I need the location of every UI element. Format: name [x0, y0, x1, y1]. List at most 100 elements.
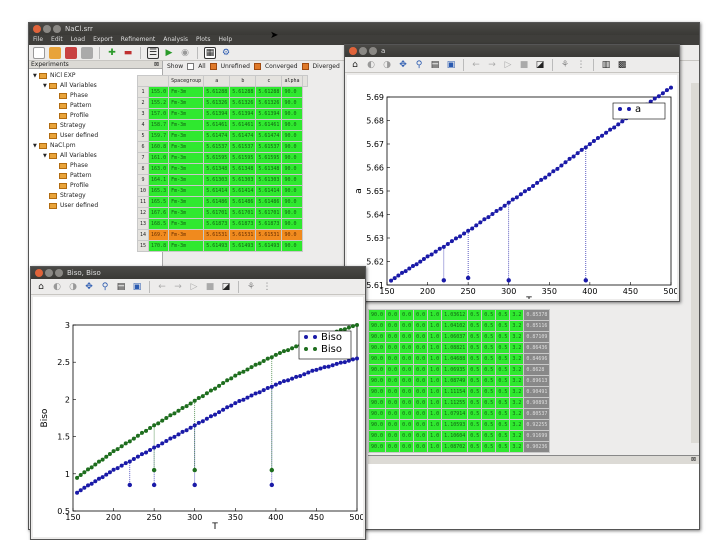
column-header[interactable]: alpha: [281, 75, 303, 87]
table-cell[interactable]: 90.0: [281, 218, 303, 230]
table-cell[interactable]: 0.5: [467, 408, 483, 420]
table-cell[interactable]: 165.5: [148, 196, 170, 208]
table-cell[interactable]: 0.0: [399, 397, 415, 409]
stop-icon[interactable]: ◉: [179, 47, 191, 59]
table-cell[interactable]: 0.5: [467, 397, 483, 409]
table-cell[interactable]: 0.91699: [523, 430, 551, 442]
menu-item-analysis[interactable]: Analysis: [163, 35, 188, 45]
table-row[interactable]: 90.0 0.0 0.0 0.0 1.0 1.10604 0.5 0.5 0.5 3.2 0.916…: [367, 430, 551, 442]
table-row[interactable]: 90.0 0.0 0.0 0.0 1.0 1.04688 0.5 0.5 0.5 3.2 0.846…: [367, 353, 551, 365]
menu-item-plots[interactable]: Plots: [196, 35, 210, 45]
table-row[interactable]: 90.0 0.0 0.0 0.0 1.0 1.10593 0.5 0.5 0.5 3.2 0.922…: [367, 419, 551, 431]
table-cell[interactable]: Fm-3m: [168, 108, 205, 120]
table-cell[interactable]: Fm-3m: [168, 163, 205, 175]
table-row[interactable]: 3 157.0 Fm-3m 5.61394 5.61394 5.61394 90.0: [136, 108, 308, 120]
table-cell[interactable]: Fm-3m: [168, 119, 205, 131]
table-cell[interactable]: Fm-3m: [168, 174, 205, 186]
plot-a-canvas[interactable]: 1502002503003504004505005.615.625.635.64…: [347, 75, 679, 301]
table-cell[interactable]: 0.0: [399, 441, 415, 453]
table-row[interactable]: 90.0 0.0 0.0 0.0 1.0 1.04102 0.5 0.5 0.5 3.2 0.851…: [367, 320, 551, 332]
main-titlebar[interactable]: NaCl.srr: [29, 23, 699, 35]
column-header[interactable]: a: [203, 75, 231, 87]
column-header[interactable]: [301, 75, 308, 87]
table-cell[interactable]: 5.61326: [203, 97, 231, 109]
table-cell[interactable]: 0.90491: [523, 386, 551, 398]
table-cell[interactable]: 1.04688: [441, 353, 469, 365]
table-cell[interactable]: 3.2: [509, 353, 525, 365]
table-row[interactable]: 2 155.2 Fm-3m 5.61326 5.61326 5.61326 90.0: [136, 97, 308, 109]
table-cell[interactable]: 5.61595: [229, 152, 257, 164]
subplots-icon[interactable]: ▤: [115, 281, 127, 293]
table-cell[interactable]: 0.0: [413, 364, 429, 376]
table-cell[interactable]: 3.2: [509, 419, 525, 431]
table-cell[interactable]: 0.5: [495, 430, 511, 442]
table-cell[interactable]: 5.61486: [255, 196, 283, 208]
table-row[interactable]: 8 163.0 Fm-3m 5.61348 5.61348 5.61348 90.0: [136, 163, 308, 175]
table-cell[interactable]: 90.0: [367, 375, 387, 387]
table-row[interactable]: 90.0 0.0 0.0 0.0 1.0 1.08702 0.5 0.5 0.5 3.2 0.902…: [367, 441, 551, 453]
table-row[interactable]: 90.0 0.0 0.0 0.0 1.0 1.03612 0.5 0.5 0.5 3.2 0.853…: [367, 309, 551, 321]
table-row[interactable]: 90.0 0.0 0.0 0.0 1.0 1.07914 0.5 0.5 0.5 3.2 0.805…: [367, 408, 551, 420]
column-header[interactable]: c: [255, 75, 283, 87]
table-cell[interactable]: 0.0: [413, 408, 429, 420]
plot-a-titlebar[interactable]: a: [345, 45, 679, 57]
table-cell[interactable]: 0.90893: [523, 397, 551, 409]
stop-icon[interactable]: ■: [518, 59, 530, 71]
table-cell[interactable]: 0.5: [467, 430, 483, 442]
table-cell[interactable]: 90.0: [367, 353, 387, 365]
zoom-icon[interactable]: ⚲: [99, 281, 111, 293]
table-cell[interactable]: 1.0: [427, 430, 443, 442]
table-cell[interactable]: 0.5: [495, 386, 511, 398]
table-cell[interactable]: 155.2: [148, 97, 170, 109]
table-cell[interactable]: 5.61873: [229, 218, 257, 230]
table-cell[interactable]: 5.61531: [229, 229, 257, 241]
table-cell[interactable]: 90.0: [367, 364, 387, 376]
table-cell[interactable]: 0.5: [495, 397, 511, 409]
table-cell[interactable]: 5.61326: [255, 97, 283, 109]
table-cell[interactable]: 0.5: [495, 408, 511, 420]
table-cell[interactable]: 0.0: [399, 353, 415, 365]
forward-arrow-icon[interactable]: →: [486, 59, 498, 71]
table-row[interactable]: 5 159.7 Fm-3m 5.61474 5.61474 5.61474 90.0: [136, 130, 308, 142]
table-cell[interactable]: 0.5: [495, 342, 511, 354]
table-cell[interactable]: 155.0: [148, 86, 170, 98]
table-cell[interactable]: 90.0: [281, 163, 303, 175]
zoom-icon[interactable]: ⚲: [413, 59, 425, 71]
table-cell[interactable]: 90.0: [281, 141, 303, 153]
subplots-icon[interactable]: ▤: [429, 59, 441, 71]
play-icon[interactable]: ▷: [188, 281, 200, 293]
table-cell[interactable]: 1.10593: [441, 419, 469, 431]
table-row[interactable]: 9 164.1 Fm-3m 5.61303 5.61303 5.61303 90.0: [136, 174, 308, 186]
table-cell[interactable]: 0.84696: [523, 353, 551, 365]
play-icon[interactable]: ▷: [502, 59, 514, 71]
table-row[interactable]: 6 160.8 Fm-3m 5.61537 5.61537 5.61537 90.0: [136, 141, 308, 153]
export-plot-icon[interactable]: ◪: [220, 281, 232, 293]
table-cell[interactable]: 0.5: [495, 441, 511, 453]
table-cell[interactable]: 0.89613: [523, 375, 551, 387]
table-cell[interactable]: 90.0: [281, 174, 303, 186]
stop-icon[interactable]: ■: [204, 281, 216, 293]
table-row[interactable]: 10 165.3 Fm-3m 5.61414 5.61414 5.61414 90.0: [136, 185, 308, 197]
table-cell[interactable]: 90.0: [367, 320, 387, 332]
table-cell[interactable]: 5.61493: [229, 240, 257, 252]
close-icon[interactable]: [35, 269, 43, 277]
table-cell[interactable]: 0.5: [467, 375, 483, 387]
table-cell[interactable]: 0.0: [385, 375, 401, 387]
table-cell[interactable]: 163.0: [148, 163, 170, 175]
table-cell[interactable]: 1.11255: [441, 397, 469, 409]
table-cell[interactable]: 90.0: [281, 130, 303, 142]
play-icon[interactable]: ▶: [163, 47, 175, 59]
table-cell[interactable]: 164.1: [148, 174, 170, 186]
forward-arrow-icon[interactable]: →: [172, 281, 184, 293]
minimize-icon[interactable]: [45, 269, 53, 277]
table-cell[interactable]: 0.0: [385, 397, 401, 409]
table-cell[interactable]: 0.5: [467, 364, 483, 376]
back-arrow-icon[interactable]: ←: [156, 281, 168, 293]
table-cell[interactable]: Fm-3m: [168, 86, 205, 98]
table-cell[interactable]: 1.11154: [441, 386, 469, 398]
table-cell[interactable]: 3.2: [509, 320, 525, 332]
table-cell[interactable]: 0.0: [399, 419, 415, 431]
table-cell[interactable]: 0.5: [495, 364, 511, 376]
table-cell[interactable]: 1.0: [427, 375, 443, 387]
table-cell[interactable]: 0.92255: [523, 419, 551, 431]
